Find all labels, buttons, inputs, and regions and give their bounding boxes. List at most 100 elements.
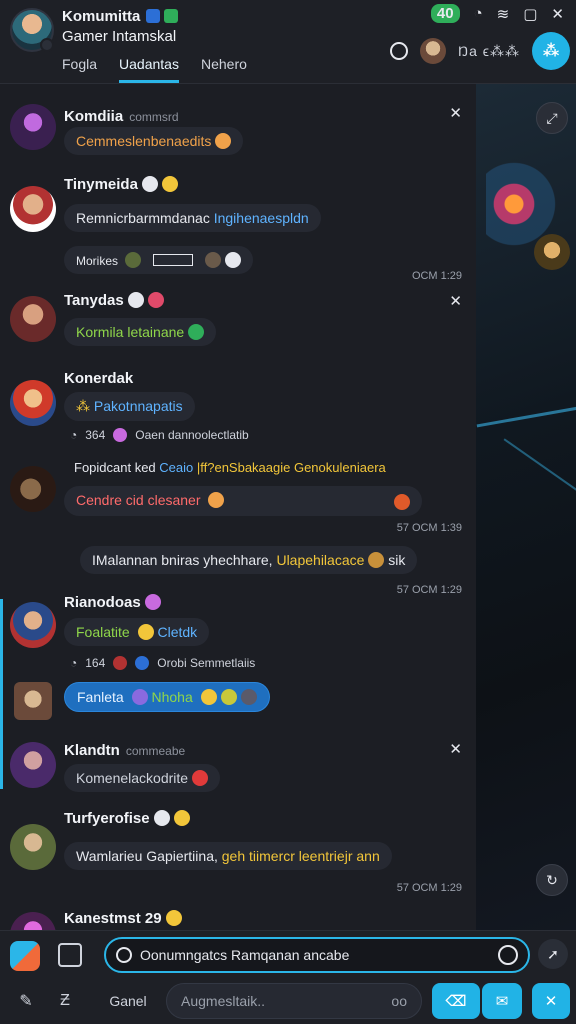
- image-icon[interactable]: [58, 943, 82, 967]
- avatar[interactable]: [10, 186, 56, 232]
- message-bubble[interactable]: Cendre cid clesaner: [64, 486, 422, 516]
- emoji-icon: [192, 770, 209, 786]
- reaction-icon: [125, 252, 142, 268]
- emoji-icon: [137, 624, 154, 640]
- timestamp: 57 ОСМ 1:29: [396, 584, 462, 596]
- wifi-icon: ≋: [496, 5, 510, 23]
- message-bubble[interactable]: Cemmeslenbenaedits: [64, 127, 244, 155]
- chat-feed[interactable]: Komdiia commsrd Cemmeslenbenaedits ✕ Tiny…: [0, 84, 476, 930]
- system-status-bar: 40 ◔ ≋ ▢ ✕: [430, 4, 564, 23]
- message-bubble[interactable]: Remnicrbarmmdanac Ingihenaespldn: [64, 204, 321, 232]
- reaction-icon: [204, 252, 221, 268]
- avatar[interactable]: [10, 824, 56, 870]
- clock-icon: ◔: [473, 5, 483, 22]
- group-title: Komumitta: [62, 8, 179, 25]
- emoji-icon: [368, 552, 385, 568]
- avatar[interactable]: [10, 912, 56, 930]
- emoji-icon: [220, 689, 237, 705]
- reaction-icon: [224, 252, 241, 268]
- emoji-icon: [141, 176, 158, 192]
- avatar[interactable]: [10, 742, 56, 788]
- header-code: Ŋa ϵ⁂⁂: [458, 42, 520, 59]
- message-text: Fopidcant ked Ceaio |ff?enSbakaagie Geno…: [74, 460, 386, 475]
- sender-name: Konerdak: [64, 370, 134, 387]
- close-panel-button[interactable]: ✕: [532, 983, 570, 1019]
- link-icon[interactable]: ⤢: [536, 102, 568, 134]
- emoji-icon: [200, 689, 217, 705]
- app-logo-icon[interactable]: [10, 941, 40, 971]
- thread-row[interactable]: ◔ 364 Oaen dannoolectlatib: [70, 428, 249, 442]
- close-icon[interactable]: ✕: [551, 5, 564, 23]
- group-subtitle: Gamer Intamskal: [62, 28, 177, 45]
- message-bubble[interactable]: Komenelackodrite: [64, 764, 221, 792]
- refresh-icon[interactable]: ↻: [536, 864, 568, 896]
- tab-bar: Fogla Uadantas Nehero: [62, 56, 247, 83]
- reply-icon: ◔: [70, 428, 78, 442]
- emoji-icon: [173, 810, 190, 826]
- channel-label[interactable]: Ganel: [96, 983, 160, 1019]
- sender-name: Tanydas: [64, 292, 164, 309]
- message-input[interactable]: Oonumngatcs Ramqanan ancabe: [104, 937, 530, 973]
- dismiss-icon[interactable]: ✕: [449, 292, 462, 310]
- dismiss-icon[interactable]: ✕: [449, 104, 462, 122]
- translate-icon[interactable]: Ƶ: [50, 983, 80, 1019]
- message-bubble[interactable]: Foalatite Cletdk: [64, 618, 210, 646]
- sender-name: Komdiia commsrd: [64, 108, 179, 125]
- battery-indicator: 40: [430, 4, 460, 23]
- emoji-picker-icon[interactable]: [116, 947, 132, 963]
- user-chip-icon: [113, 656, 128, 670]
- user-avatar[interactable]: [420, 38, 446, 64]
- avatar[interactable]: [10, 380, 56, 426]
- bookmark-button[interactable]: ✉: [482, 983, 522, 1019]
- emoji-icon: [394, 494, 410, 510]
- emoji-icon: [127, 292, 144, 308]
- emoji-icon: [161, 176, 178, 192]
- art-beam: [503, 438, 576, 492]
- sticker-icon[interactable]: [498, 945, 518, 965]
- header-actions: Ŋa ϵ⁂⁂ ⁂: [390, 32, 570, 70]
- message-bubble[interactable]: Kormila letainane: [64, 318, 217, 346]
- action-fab-button[interactable]: ⁂: [532, 32, 570, 70]
- app-header: Komumitta Gamer Intamskal Fogla Uadantas…: [0, 0, 576, 84]
- sender-name: Klandtn commeabe: [64, 742, 186, 759]
- reply-icon: ◔: [70, 656, 78, 670]
- selection-bar: [0, 599, 3, 789]
- maximize-icon[interactable]: ▢: [523, 5, 537, 23]
- game-art-panel: ⤢ ↻: [476, 84, 576, 930]
- send-icon[interactable]: ➚: [538, 939, 568, 969]
- art-beam: [476, 403, 576, 428]
- avatar[interactable]: [10, 296, 56, 342]
- emoji-icon: [144, 594, 161, 610]
- emoji-icon: [188, 324, 205, 340]
- timestamp: 57 ОСМ 1:39: [396, 522, 462, 534]
- trash-button[interactable]: ⌫: [432, 983, 480, 1019]
- side-avatar[interactable]: [534, 234, 570, 270]
- message-bubble[interactable]: Wamlarieu Gapiertiina, geh tiimercr leen…: [64, 842, 392, 870]
- sender-name: Tinymeida: [64, 176, 178, 193]
- emoji-icon: [147, 292, 164, 308]
- sync-icon[interactable]: [390, 42, 408, 60]
- avatar[interactable]: [10, 466, 56, 512]
- highlighted-message-bubble[interactable]: Fanleta Nhoha: [64, 682, 270, 712]
- online-badge-icon: [164, 9, 179, 23]
- user-chip-icon: [113, 428, 128, 442]
- thread-row[interactable]: ◔ 164 Orobi Semmetlaiis: [70, 656, 255, 670]
- secondary-input[interactable]: Augmesltaik.. oo: [166, 983, 422, 1019]
- avatar[interactable]: [10, 602, 56, 648]
- pen-icon[interactable]: ✎: [8, 983, 44, 1019]
- dismiss-icon[interactable]: ✕: [449, 740, 462, 758]
- emoji-icon: [208, 492, 225, 508]
- tab-nehero[interactable]: Nehero: [201, 56, 247, 83]
- timestamp: ОСМ 1:29: [411, 270, 462, 282]
- reaction-bar[interactable]: Morikes: [64, 246, 253, 274]
- sender-name: Kanestmst 29: [64, 910, 182, 927]
- tab-fogla[interactable]: Fogla: [62, 56, 97, 83]
- message-bubble[interactable]: ⁂ Pakotnnapatis: [64, 392, 195, 421]
- emoji-icon: [215, 133, 232, 149]
- emoji-icon: [165, 910, 182, 926]
- sticker-avatar[interactable]: [14, 682, 52, 720]
- avatar[interactable]: [10, 104, 56, 150]
- message-bubble[interactable]: IMalannan bniras yhechhare, Ulapehilacac…: [80, 546, 418, 574]
- tab-uadantas[interactable]: Uadantas: [119, 56, 179, 83]
- group-avatar[interactable]: [10, 8, 54, 52]
